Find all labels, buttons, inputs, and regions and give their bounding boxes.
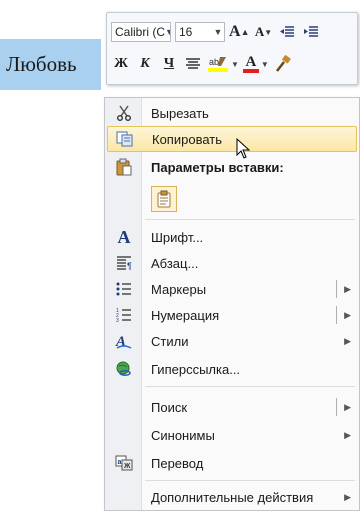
svg-text:A: A (115, 334, 126, 350)
shrink-font-icon: A (254, 24, 265, 39)
format-painter-button[interactable] (273, 53, 293, 75)
split-divider (336, 280, 337, 298)
menu-item-label: Шрифт... (151, 229, 204, 245)
menu-item-paragraph[interactable]: ¶ Абзац... (107, 250, 357, 276)
menu-item-label: Абзац... (151, 255, 199, 271)
chevron-right-icon[interactable]: ▶ (344, 492, 351, 503)
decrease-indent-icon (280, 26, 295, 37)
bold-button[interactable]: Ж (111, 53, 131, 75)
menu-item-label: Поиск (151, 399, 188, 415)
bullets-icon (109, 278, 139, 300)
paste-keep-formatting-icon (157, 190, 171, 208)
chevron-down-icon[interactable]: ▼ (231, 60, 239, 69)
chevron-right-icon[interactable]: ▶ (344, 310, 351, 321)
italic-button[interactable]: К (135, 53, 155, 75)
highlight-color-button[interactable]: ab ▼ (207, 53, 239, 75)
font-icon: A (117, 226, 131, 247)
grow-font-button[interactable]: A ▲ (229, 21, 249, 43)
chevron-down-icon[interactable]: ▼ (261, 60, 269, 69)
chevron-right-icon[interactable]: ▶ (344, 402, 351, 413)
highlight-label: ab (209, 57, 219, 67)
menu-item-hyperlink[interactable]: Гиперссылка... (107, 356, 357, 382)
menu-item-additional-actions[interactable]: Дополнительные действия ▶ (107, 484, 357, 510)
menu-separator (145, 480, 355, 481)
menu-item-label: Стили (151, 333, 189, 349)
menu-item-translate[interactable]: a Ж Перевод (107, 450, 357, 476)
svg-text:¶: ¶ (127, 261, 132, 271)
menu-item-label: Нумерация (151, 307, 220, 323)
menu-item-label: Гиперссылка... (151, 361, 241, 377)
paragraph-icon: ¶ (109, 252, 139, 274)
menu-item-bullets[interactable]: Маркеры ▶ (107, 276, 357, 302)
menu-item-label: Дополнительные действия (151, 489, 314, 505)
menu-item-numbering[interactable]: 123 Нумерация ▶ (107, 302, 357, 328)
mini-toolbar-row-2: Ж К Ч ab ▼ A ▼ (111, 51, 293, 77)
search-icon (109, 396, 139, 418)
selected-document-text[interactable]: Любовь (0, 39, 101, 90)
mini-toolbar-row-1: Calibri (С ▼ 16 ▼ A▲ A▼ (111, 19, 321, 45)
font-color-button[interactable]: A ▼ (242, 53, 269, 75)
font-size-combo[interactable]: 16 ▼ (175, 22, 225, 42)
additional-actions-icon (109, 486, 139, 508)
svg-text:Ж: Ж (123, 463, 131, 470)
increase-indent-icon (304, 26, 319, 37)
chevron-right-icon[interactable]: ▶ (344, 336, 351, 347)
scissors-icon (109, 102, 139, 124)
chevron-right-icon[interactable]: ▶ (344, 430, 351, 441)
hyperlink-icon (109, 358, 139, 380)
menu-item-synonyms[interactable]: Синонимы ▶ (107, 422, 357, 448)
highlighter-icon: ab (208, 57, 228, 72)
svg-text:3: 3 (116, 318, 119, 323)
underline-button[interactable]: Ч (159, 53, 179, 75)
align-center-icon (186, 58, 200, 69)
menu-item-label: Синонимы (151, 427, 215, 443)
chevron-down-icon[interactable]: ▼ (165, 27, 170, 37)
menu-item-cut[interactable]: Вырезать (107, 100, 357, 126)
increase-indent-button[interactable] (301, 21, 321, 43)
paste-keep-formatting-button[interactable] (151, 186, 177, 212)
menu-item-font[interactable]: A Шрифт... (107, 224, 357, 250)
menu-separator (145, 219, 355, 220)
center-align-button[interactable] (183, 53, 203, 75)
shrink-font-button[interactable]: A ▼ (253, 21, 273, 43)
decrease-indent-button[interactable] (277, 21, 297, 43)
copy-icon (110, 128, 140, 150)
font-name-combo[interactable]: Calibri (С ▼ (111, 22, 171, 42)
menu-item-label: Копировать (152, 131, 222, 147)
grow-font-icon: A (229, 23, 241, 40)
translate-icon: a Ж (109, 452, 139, 474)
menu-item-search[interactable]: Поиск ▶ (107, 394, 357, 420)
chevron-down-icon[interactable]: ▼ (212, 27, 224, 37)
paste-options-header-row: Параметры вставки: (107, 154, 357, 180)
styles-icon: A (109, 330, 139, 352)
numbering-icon: 123 (109, 304, 139, 326)
format-painter-icon (275, 55, 291, 72)
paste-options-header: Параметры вставки: (151, 159, 284, 175)
menu-item-label: Маркеры (151, 281, 207, 297)
font-color-icon: A (245, 54, 257, 70)
font-size-value: 16 (179, 25, 193, 39)
split-divider (336, 398, 337, 416)
menu-item-label: Вырезать (151, 105, 209, 121)
menu-separator (145, 386, 355, 387)
svg-text:a: a (118, 459, 122, 466)
menu-item-label: Перевод (151, 455, 204, 471)
menu-item-styles[interactable]: A Стили ▶ (107, 328, 357, 354)
mouse-cursor-icon (236, 138, 251, 159)
paste-icon (109, 156, 139, 178)
mini-toolbar: Calibri (С ▼ 16 ▼ A▲ A▼ (106, 12, 358, 85)
chevron-right-icon[interactable]: ▶ (344, 284, 351, 295)
font-name-value: Calibri (С (115, 25, 166, 39)
menu-item-copy[interactable]: Копировать (107, 126, 357, 152)
split-divider (336, 306, 337, 324)
synonyms-icon (109, 424, 139, 446)
font-color-bar (242, 69, 259, 73)
context-menu: Вырезать Копировать Параметры вставки: A… (104, 97, 360, 511)
